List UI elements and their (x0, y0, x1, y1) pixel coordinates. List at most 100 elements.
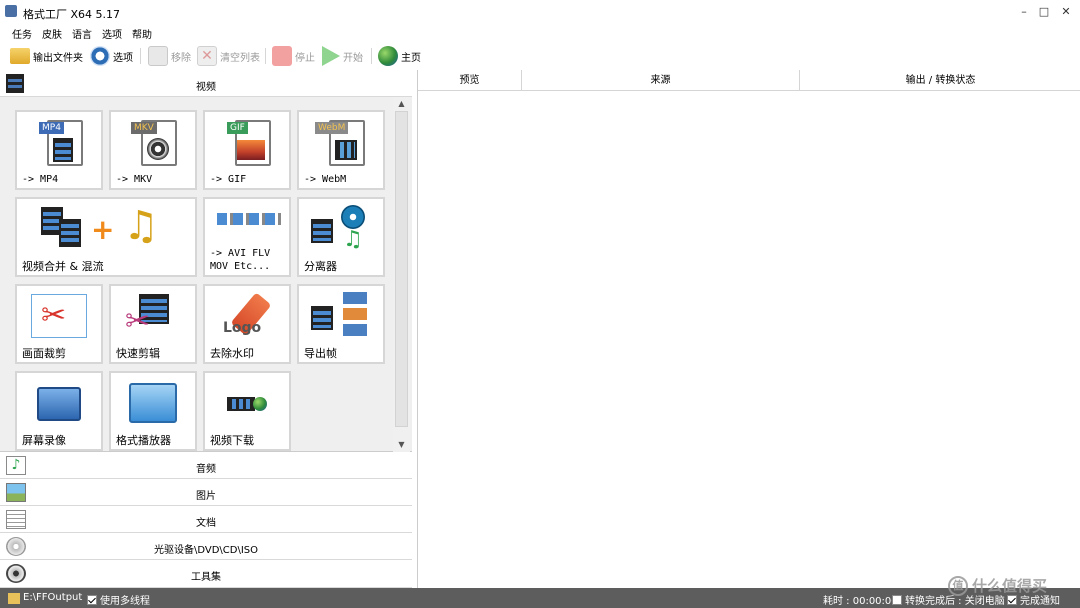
scissors-icon: ✂ (125, 304, 151, 339)
tile-label: -> MP4 (22, 174, 59, 185)
music-note-icon: ♫ (123, 203, 159, 249)
tile-format-player[interactable]: 格式播放器 (109, 371, 197, 451)
menu-task[interactable]: 任务 (12, 26, 32, 41)
player-icon (129, 383, 177, 423)
tile-export-frames[interactable]: 导出帧 (297, 284, 385, 364)
toolbar-separator (371, 48, 372, 64)
options-label: 选项 (113, 52, 133, 64)
home-label: 主页 (401, 52, 421, 64)
tile-label: 导出帧 (304, 347, 337, 360)
plus-icon: + (91, 213, 115, 246)
task-table-header: 预览 来源 输出 / 转换状态 (418, 70, 1080, 91)
start-button[interactable]: 开始 (322, 45, 363, 67)
menu-help[interactable]: 帮助 (132, 26, 152, 41)
site-watermark: 值 什么值得买 (948, 575, 1047, 596)
home-button[interactable]: 主页 (378, 45, 421, 67)
tile-screen-record[interactable]: 屏幕录像 (15, 371, 103, 451)
remove-icon (148, 46, 168, 66)
stop-icon (272, 46, 292, 66)
category-image[interactable]: 图片 (0, 479, 412, 506)
category-disc[interactable]: 光驱设备\DVD\CD\ISO (0, 533, 412, 560)
tile-to-webm[interactable]: WebM -> WebM (297, 110, 385, 190)
tile-to-mp4[interactable]: MP4 -> MP4 (15, 110, 103, 190)
clear-list-label: 清空列表 (220, 52, 260, 64)
tile-label: -> GIF (210, 174, 247, 185)
webm-badge: WebM (315, 122, 349, 134)
film-icon (311, 306, 333, 330)
category-image-label: 图片 (196, 491, 216, 502)
minimize-button[interactable]: – (1016, 4, 1032, 20)
checkbox-icon (892, 595, 902, 605)
tile-label: 画面裁剪 (22, 347, 66, 360)
status-bar: E:\FFOutput 使用多线程 耗时 : 00:00:00 转换完成后 : … (0, 588, 1080, 608)
category-document[interactable]: 文档 (0, 506, 412, 533)
start-label: 开始 (343, 52, 363, 64)
options-button[interactable]: 选项 (90, 45, 133, 67)
stop-button[interactable]: 停止 (272, 45, 315, 67)
tile-label: 格式播放器 (116, 434, 171, 447)
output-path[interactable]: E:\FFOutput (23, 592, 82, 603)
tile-to-gif[interactable]: GIF -> GIF (203, 110, 291, 190)
tile-quick-clip[interactable]: ✂ 快速剪辑 (109, 284, 197, 364)
toolbar: 输出文件夹 选项 移除 ✕ 清空列表 停止 开始 主页 (0, 42, 1080, 70)
category-audio-label: 音频 (196, 464, 216, 475)
multithread-label: 使用多线程 (100, 596, 150, 607)
category-tools[interactable]: 工具集 (0, 560, 412, 588)
tile-label: 视频下载 (210, 434, 254, 447)
remove-button[interactable]: 移除 (148, 45, 191, 67)
scroll-up-arrow-icon[interactable]: ▲ (393, 97, 410, 111)
globe-icon (378, 46, 398, 66)
tile-label: 去除水印 (210, 347, 254, 360)
tile-remove-watermark[interactable]: Logo 去除水印 (203, 284, 291, 364)
watermark-logo-icon: 值 (948, 575, 968, 596)
category-tools-label: 工具集 (191, 572, 221, 583)
menu-language[interactable]: 语言 (72, 26, 92, 41)
menu-bar: 任务 皮肤 语言 选项 帮助 (0, 24, 1080, 41)
notify-label: 完成通知 (1020, 596, 1060, 607)
tile-demuxer[interactable]: ♫ 分离器 (297, 197, 385, 277)
video-scrollbar[interactable]: ▲ ▼ (393, 97, 410, 452)
reel-icon (147, 138, 169, 160)
tile-label: 视频合并 & 混流 (22, 260, 104, 273)
menu-options[interactable]: 选项 (102, 26, 122, 41)
gif-badge: GIF (227, 122, 248, 134)
tile-label: -> MKV (116, 174, 153, 185)
clear-list-icon: ✕ (197, 46, 217, 66)
task-list-panel[interactable]: 预览 来源 输出 / 转换状态 (417, 70, 1080, 588)
tile-to-other-formats[interactable]: -> AVI FLV MOV Etc... (203, 197, 291, 277)
gear-icon (90, 46, 110, 66)
multithread-checkbox[interactable]: 使用多线程 (87, 592, 150, 607)
column-output-status[interactable]: 输出 / 转换状态 (800, 70, 1080, 91)
scroll-down-arrow-icon[interactable]: ▼ (393, 438, 410, 452)
stop-label: 停止 (295, 52, 315, 64)
column-source[interactable]: 来源 (522, 70, 800, 91)
tile-label: -> AVI FLV MOV Etc... (210, 248, 271, 272)
scroll-thumb[interactable] (395, 111, 408, 427)
tile-to-mkv[interactable]: MKV -> MKV (109, 110, 197, 190)
category-disc-label: 光驱设备\DVD\CD\ISO (153, 545, 259, 556)
elapsed-time: 耗时 : 00:00:00 (823, 596, 898, 607)
clear-list-button[interactable]: ✕ 清空列表 (197, 45, 260, 67)
column-preview[interactable]: 预览 (418, 70, 522, 91)
film-icon (53, 138, 73, 162)
music-note-icon: ♫ (343, 227, 363, 252)
tile-video-download[interactable]: 视频下载 (203, 371, 291, 451)
sunset-image-icon (237, 140, 265, 160)
output-folder-button[interactable]: 输出文件夹 (10, 45, 83, 67)
after-convert-label: 转换完成后 : 关闭电脑 (905, 596, 1005, 607)
checkbox-checked-icon (87, 595, 97, 605)
toolbar-separator (140, 48, 141, 64)
play-icon (322, 46, 340, 66)
checkbox-checked-icon (1007, 595, 1017, 605)
category-video[interactable]: 视频 (0, 70, 412, 97)
tile-crop[interactable]: ✂ 画面裁剪 (15, 284, 103, 364)
tile-video-merge-mux[interactable]: + ♫ 视频合并 & 混流 (15, 197, 197, 277)
video-tiles-area: MP4 -> MP4 MKV -> MKV GIF -> GIF WebM ->… (0, 97, 412, 452)
close-button[interactable]: ✕ (1058, 4, 1074, 20)
tile-label: -> WebM (304, 174, 347, 185)
film-icon (311, 219, 333, 243)
maximize-button[interactable]: □ (1036, 4, 1052, 20)
category-audio[interactable]: ♪ 音频 (0, 452, 412, 479)
globe-icon (253, 397, 267, 411)
menu-skin[interactable]: 皮肤 (42, 26, 62, 41)
